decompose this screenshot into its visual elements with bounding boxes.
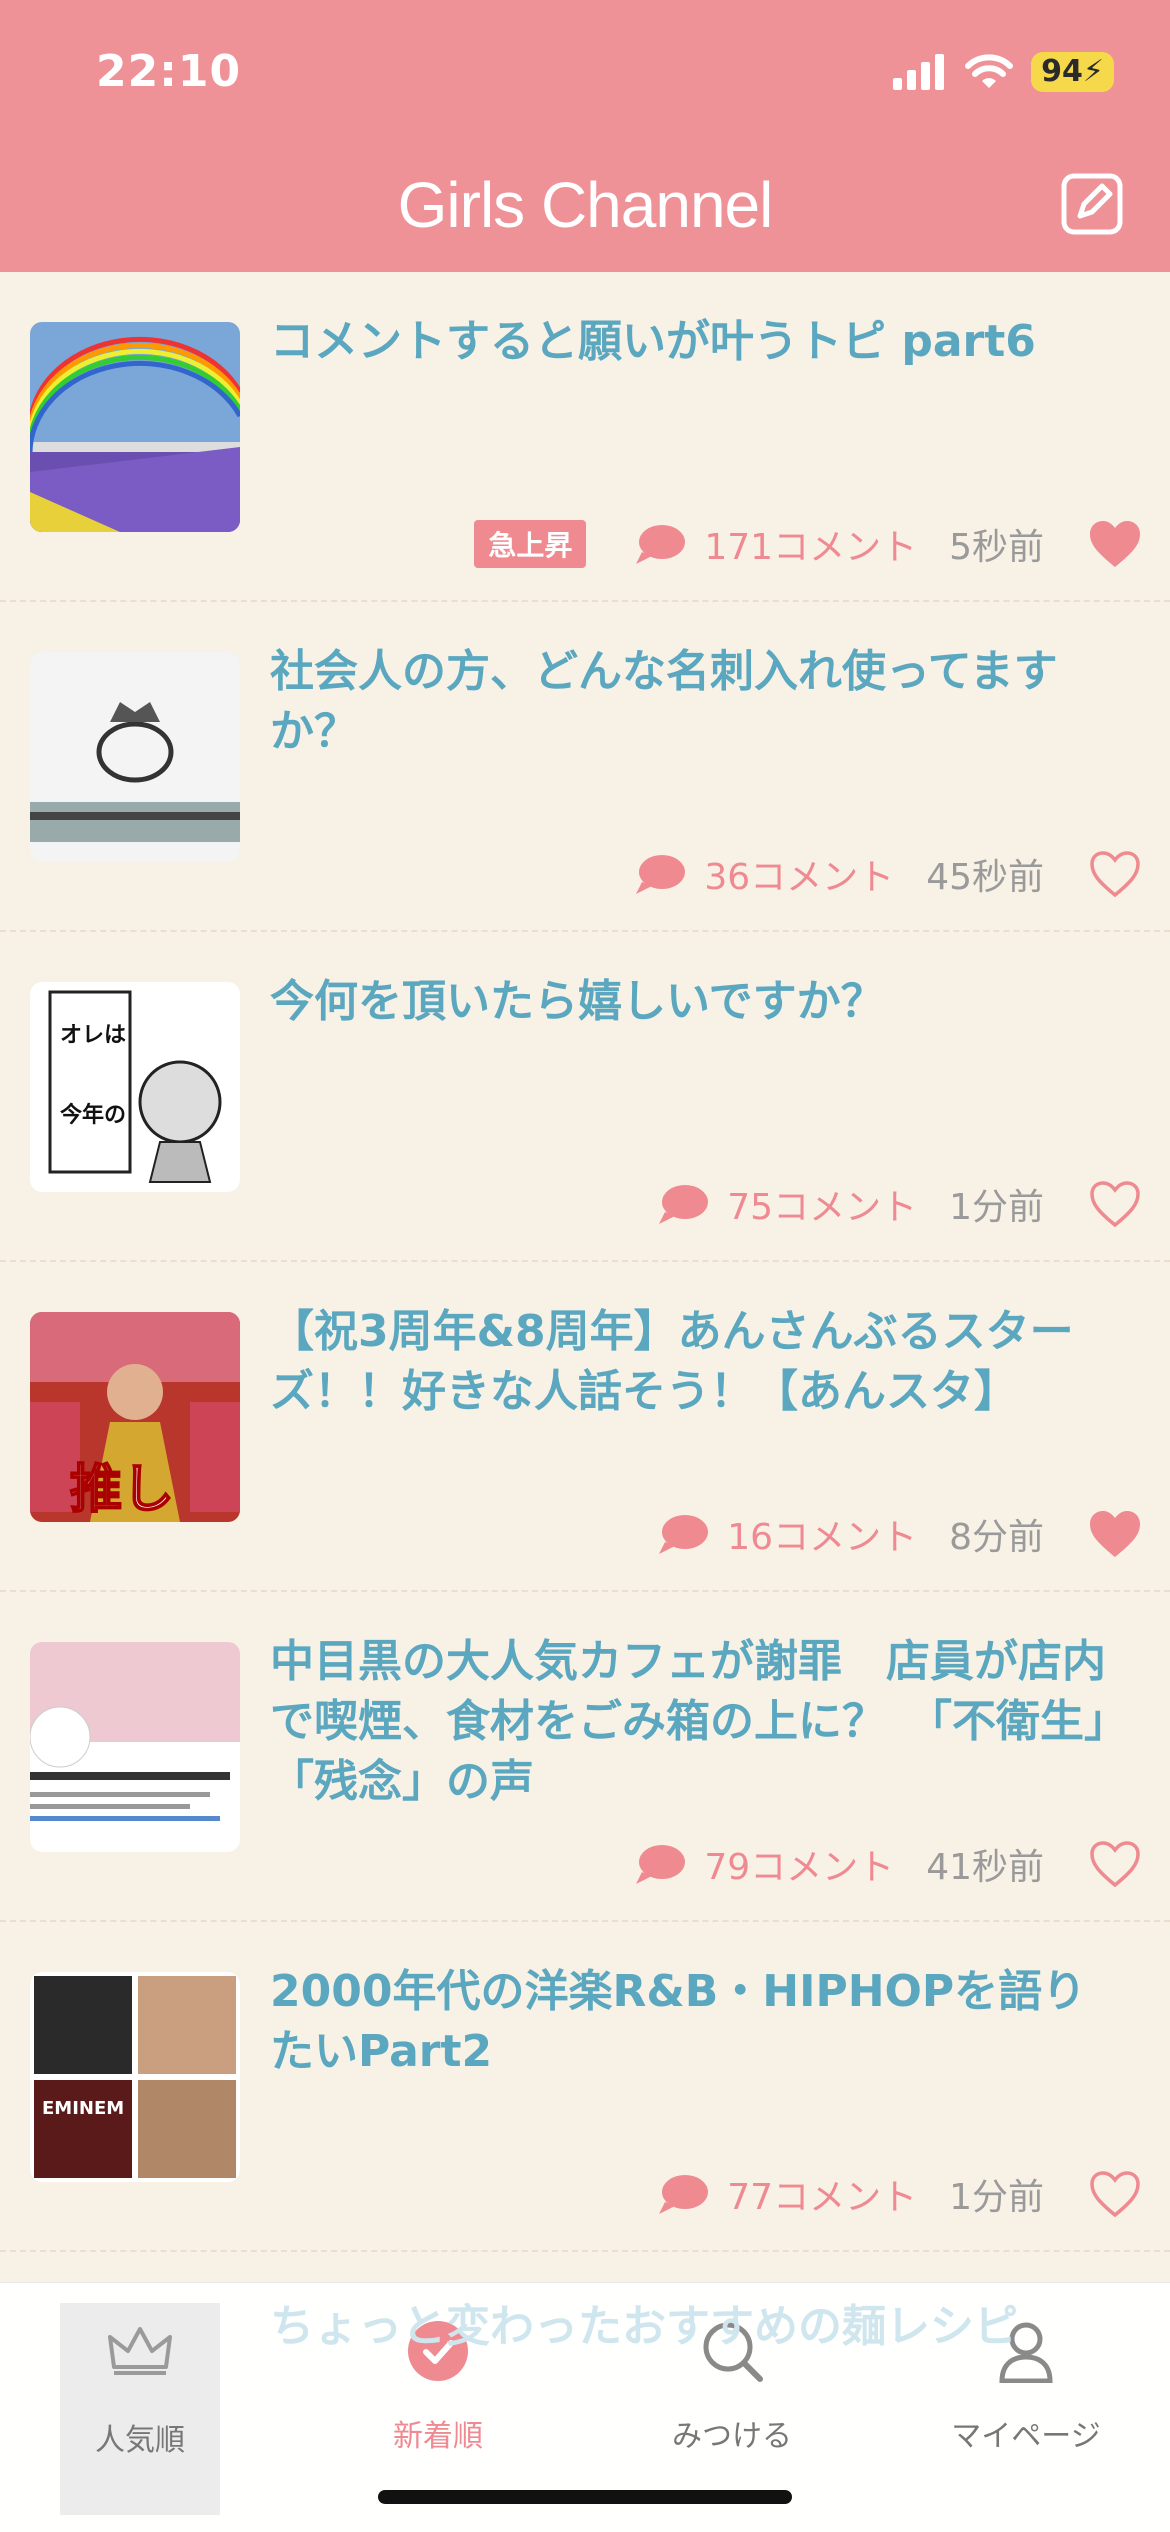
status-time: 22:10 xyxy=(96,46,242,97)
topic-meta: 16コメント 8分前 xyxy=(657,1504,1142,1564)
heart-icon-outline[interactable] xyxy=(1088,1839,1142,1889)
svg-text:今年の: 今年の xyxy=(60,1102,126,1128)
topic-meta: 77コメント 1分前 xyxy=(657,2164,1142,2224)
wifi-icon xyxy=(965,54,1014,88)
topic-title[interactable]: 【祝3周年&8周年】あんさんぶるスターズ！！好きな人話そう！【あんスタ】 xyxy=(270,1302,1110,1422)
comment-icon xyxy=(636,855,686,894)
topic-meta: 急上昇 171コメント 5秒前 xyxy=(474,514,1142,574)
topic-title[interactable]: コメントすると願いが叶うトピ part6 xyxy=(270,312,1110,372)
battery-indicator: 94⚡ xyxy=(1031,52,1114,92)
post-time: 1分前 xyxy=(949,2177,1044,2218)
comment-count: 16コメント xyxy=(727,1517,918,1558)
trending-badge: 急上昇 xyxy=(474,520,587,568)
compose-icon[interactable] xyxy=(1060,172,1124,236)
heart-icon-outline[interactable] xyxy=(1088,849,1142,899)
topic-title[interactable]: 社会人の方、どんな名刺入れ使ってますか？ xyxy=(270,642,1110,762)
topic-thumbnail xyxy=(30,652,240,862)
heart-icon-filled[interactable] xyxy=(1088,1509,1142,1559)
topic-title[interactable]: 今何を頂いたら嬉しいですか？ xyxy=(270,972,1110,1032)
topic-item[interactable]: 中目黒の大人気カフェが謝罪 店員が店内で喫煙、食材をごみ箱の上に？ 「不衛生」「… xyxy=(0,1592,1170,1922)
status-icons: 94⚡ xyxy=(893,50,1114,94)
post-time: 8分前 xyxy=(949,1517,1044,1558)
battery-level: 94 xyxy=(1041,54,1083,89)
tab-popular[interactable]: 人気順 xyxy=(60,2303,220,2515)
topic-thumbnail: 推し xyxy=(30,1312,240,1522)
svg-text:推し: 推し xyxy=(70,1460,174,1520)
comment-count: 77コメント xyxy=(727,2177,918,2218)
topic-thumbnail: EMINEM xyxy=(30,1972,240,2182)
post-time: 41秒前 xyxy=(926,1847,1044,1888)
heart-icon-outline[interactable] xyxy=(1088,1179,1142,1229)
post-time: 45秒前 xyxy=(926,857,1044,898)
comment-icon xyxy=(659,2175,709,2214)
comment-icon xyxy=(636,525,686,564)
crown-icon xyxy=(108,2327,172,2375)
tab-label: 新着順 xyxy=(393,2419,483,2454)
topic-list: コメントすると願いが叶うトピ part6 急上昇 171コメント 5秒前 社会人… xyxy=(0,272,1170,2252)
topic-meta: 36コメント 45秒前 xyxy=(634,844,1142,904)
heart-icon-outline[interactable] xyxy=(1088,2169,1142,2219)
topic-meta: 75コメント 1分前 xyxy=(657,1174,1142,1234)
post-time: 1分前 xyxy=(949,1187,1044,1228)
topic-item[interactable]: コメントすると願いが叶うトピ part6 急上昇 171コメント 5秒前 xyxy=(0,272,1170,602)
comment-count: 36コメント xyxy=(704,857,895,898)
topic-item[interactable]: 推し 【祝3周年&8周年】あんさんぶるスターズ！！好きな人話そう！【あんスタ】 … xyxy=(0,1262,1170,1592)
topic-thumbnail: オレは 今年の xyxy=(30,982,240,1192)
topic-thumbnail xyxy=(30,322,240,532)
topic-thumbnail xyxy=(30,1642,240,1852)
comment-count: 171コメント xyxy=(704,527,918,568)
comment-count: 79コメント xyxy=(704,1847,895,1888)
heart-icon-filled[interactable] xyxy=(1088,519,1142,569)
post-time: 5秒前 xyxy=(949,527,1044,568)
app-title: Girls Channel xyxy=(397,169,774,241)
topic-item[interactable]: 社会人の方、どんな名刺入れ使ってますか？ 36コメント 45秒前 xyxy=(0,602,1170,932)
app-header: 22:10 94⚡ Girls Channel xyxy=(0,0,1170,272)
comment-icon xyxy=(636,1845,686,1884)
topic-item[interactable]: オレは 今年の 今何を頂いたら嬉しいですか？ 75コメント 1分前 xyxy=(0,932,1170,1262)
tab-label: マイページ xyxy=(951,2419,1101,2454)
peek-topic-title: ちょっと変わったおすすめの麺レシピ xyxy=(270,2301,1018,2352)
signal-icon xyxy=(893,54,945,90)
svg-text:オレは: オレは xyxy=(60,1023,126,1048)
comment-icon xyxy=(659,1515,709,1554)
home-indicator[interactable] xyxy=(378,2490,792,2504)
topic-item[interactable]: EMINEM 2000年代の洋楽R&B・HIPHOPを語りたいPart2 77コ… xyxy=(0,1922,1170,2252)
topic-title[interactable]: 2000年代の洋楽R&B・HIPHOPを語りたいPart2 xyxy=(270,1962,1110,2082)
tab-label: みつける xyxy=(672,2419,792,2454)
topic-title[interactable]: 中目黒の大人気カフェが謝罪 店員が店内で喫煙、食材をごみ箱の上に？ 「不衛生」「… xyxy=(270,1632,1110,1812)
svg-text:EMINEM: EMINEM xyxy=(42,2098,124,2119)
comment-icon xyxy=(659,1185,709,1224)
tab-label: 人気順 xyxy=(95,2423,185,2458)
topic-meta: 79コメント 41秒前 xyxy=(634,1834,1142,1894)
comment-count: 75コメント xyxy=(727,1187,918,1228)
